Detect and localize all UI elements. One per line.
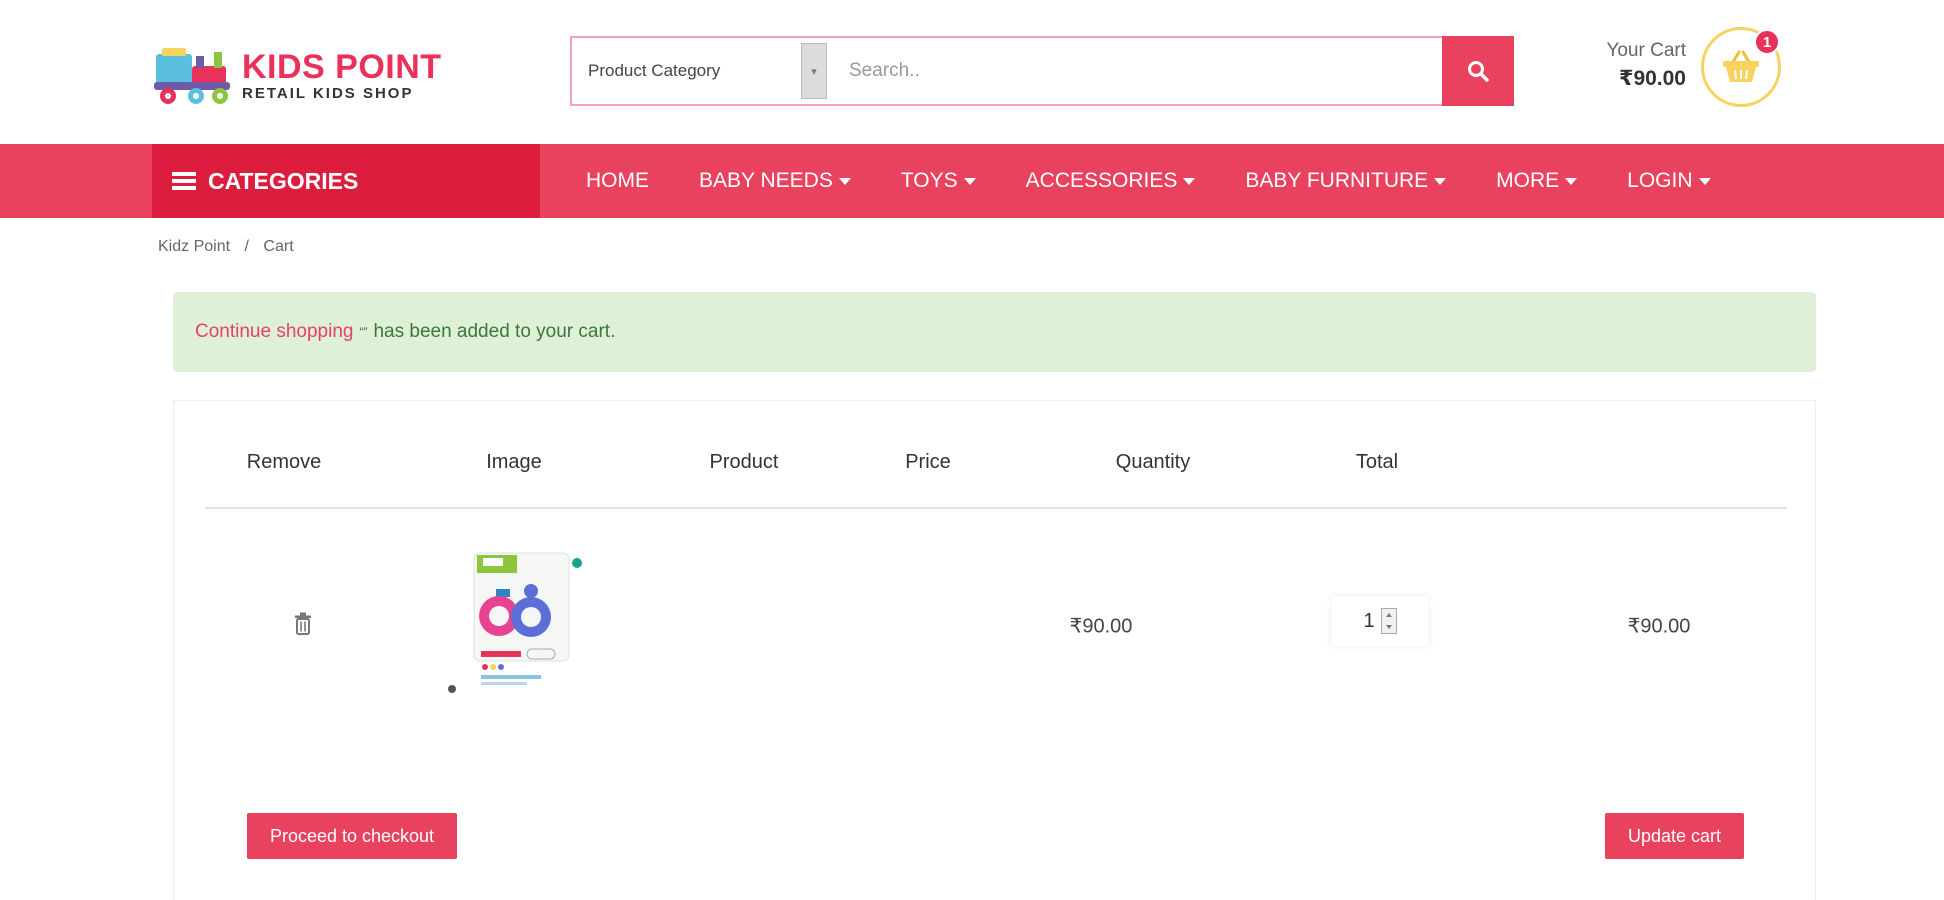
nav-item-login[interactable]: LOGIN: [1627, 169, 1711, 193]
main-nav: CATEGORIES HOME BABY NEEDS TOYS ACCESSOR…: [0, 144, 1944, 218]
breadcrumb-home[interactable]: Kidz Point: [158, 238, 230, 255]
quantity-value[interactable]: 1: [1363, 610, 1374, 633]
continue-shopping-link[interactable]: Continue shopping: [195, 321, 353, 343]
cart-count-badge: 1: [1754, 29, 1780, 55]
header-total: Total: [1355, 451, 1399, 473]
header-price: Price: [905, 451, 951, 473]
caret-down-icon: [1698, 177, 1711, 185]
caret-down-icon: [1183, 177, 1196, 185]
breadcrumb: Kidz Point / Cart: [158, 238, 294, 256]
cart-notice: Continue shopping “” has been added to y…: [173, 292, 1816, 372]
spinner-icon[interactable]: [1380, 608, 1397, 634]
train-logo-icon: [152, 44, 236, 108]
remove-item-button[interactable]: [292, 612, 314, 641]
cart-table-header: Remove Image Product Price Quantity Tota…: [205, 451, 1787, 509]
breadcrumb-separator: /: [244, 238, 249, 255]
header-product: Product: [709, 451, 779, 473]
chevron-down-icon[interactable]: ▾: [801, 43, 827, 99]
logo-title: KIDS POINT: [242, 48, 442, 86]
search-icon: [1468, 61, 1489, 82]
logo-subtitle: RETAIL KIDS SHOP: [242, 85, 414, 102]
row-total: ₹90.00: [1627, 615, 1691, 638]
search-button[interactable]: [1442, 36, 1514, 106]
hamburger-icon: [172, 169, 196, 193]
header-image: Image: [486, 451, 542, 473]
site-header: KIDS POINT RETAIL KIDS SHOP Product Cate…: [0, 0, 1944, 144]
caret-down-icon: [1434, 177, 1447, 185]
cart-amount: ₹90.00: [1618, 67, 1686, 90]
teether-product-image: [448, 552, 582, 693]
cart-table: Remove Image Product Price Quantity Tota…: [173, 400, 1816, 900]
update-cart-button[interactable]: Update cart: [1605, 813, 1744, 859]
basket-icon: [1723, 50, 1759, 82]
trash-icon: [295, 612, 311, 635]
search-input[interactable]: [827, 38, 1442, 104]
categories-label: CATEGORIES: [208, 167, 359, 194]
header-quantity: Quantity: [1115, 451, 1191, 473]
nav-item-accessories[interactable]: ACCESSORIES: [1026, 169, 1196, 193]
header-remove: Remove: [246, 451, 322, 473]
quantity-stepper[interactable]: 1: [1331, 596, 1429, 646]
search-bar: Product Category ▾: [570, 36, 1514, 106]
product-category-select[interactable]: Product Category ▾: [572, 38, 827, 104]
cart-label: Your Cart: [1606, 40, 1686, 61]
nav-menu: HOME BABY NEEDS TOYS ACCESSORIES BABY FU…: [586, 144, 1761, 218]
nav-item-baby-needs[interactable]: BABY NEEDS: [699, 169, 851, 193]
row-price: ₹90.00: [1069, 615, 1133, 638]
nav-item-home[interactable]: HOME: [586, 169, 649, 193]
nav-item-baby-furniture[interactable]: BABY FURNITURE: [1245, 169, 1447, 193]
caret-down-icon: [1565, 177, 1578, 185]
nav-item-more[interactable]: MORE: [1496, 169, 1578, 193]
proceed-to-checkout-button[interactable]: Proceed to checkout: [247, 813, 457, 859]
notice-message: has been added to your cart.: [373, 321, 616, 342]
caret-down-icon: [838, 177, 851, 185]
product-thumbnail[interactable]: [447, 551, 597, 697]
caret-down-icon: [963, 177, 976, 185]
product-category-label: Product Category: [588, 61, 721, 80]
site-logo[interactable]: KIDS POINT RETAIL KIDS SHOP: [152, 40, 442, 112]
nav-item-toys[interactable]: TOYS: [901, 169, 976, 193]
breadcrumb-current: Cart: [263, 238, 294, 255]
cart-summary[interactable]: Your Cart ₹90.00: [1590, 38, 1686, 94]
notice-quote: “”: [359, 325, 368, 339]
categories-button[interactable]: CATEGORIES: [152, 144, 540, 218]
